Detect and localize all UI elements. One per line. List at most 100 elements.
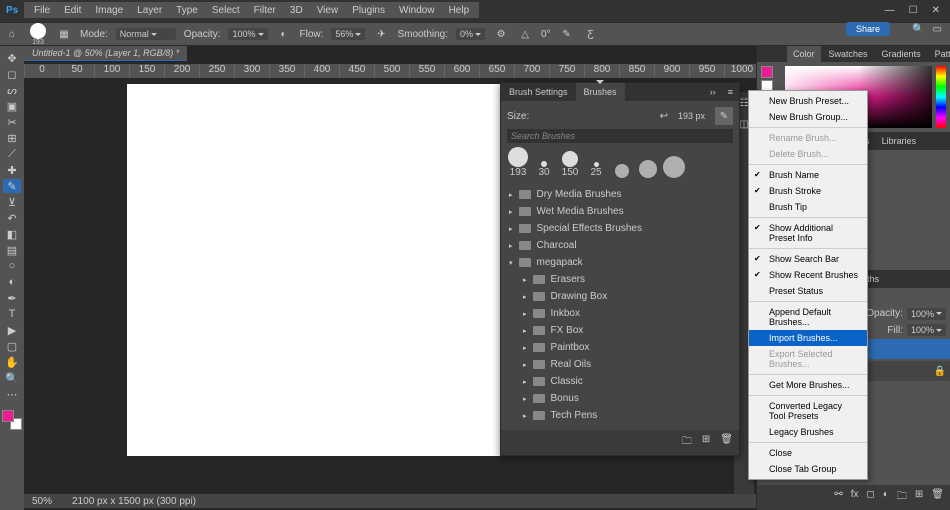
menu-3d[interactable]: 3D: [284, 3, 309, 18]
angle-icon[interactable]: △: [517, 26, 533, 42]
brush-subfolder[interactable]: Classic: [521, 373, 733, 390]
menu-item[interactable]: Close: [749, 445, 867, 461]
airbrush-icon[interactable]: ✈: [373, 26, 389, 42]
new-brush-icon[interactable]: ⊞: [702, 434, 710, 451]
delete-layer-icon[interactable]: 🗑: [931, 489, 944, 506]
menu-layer[interactable]: Layer: [131, 3, 168, 18]
move-tool[interactable]: ✥: [3, 51, 21, 65]
brush-tip[interactable]: 30: [533, 161, 555, 178]
search-brushes-input[interactable]: Search Brushes: [507, 129, 733, 143]
close-button[interactable]: ✕: [932, 5, 940, 16]
dodge-tool[interactable]: ◐: [3, 275, 21, 289]
tab-swatches[interactable]: Swatches: [823, 46, 874, 62]
share-button[interactable]: Share: [846, 22, 890, 36]
smoothing-gear-icon[interactable]: ⚙: [493, 26, 509, 42]
menu-item[interactable]: Show Recent Brushes: [749, 267, 867, 283]
color-swatches[interactable]: [2, 410, 22, 430]
type-tool[interactable]: T: [3, 307, 21, 321]
menu-window[interactable]: Window: [393, 3, 441, 18]
eyedropper-tool[interactable]: ⟋: [3, 147, 21, 161]
menu-item[interactable]: New Brush Group...: [749, 109, 867, 125]
menu-item[interactable]: Close Tab Group: [749, 461, 867, 477]
menu-help[interactable]: Help: [443, 3, 476, 18]
delete-brush-icon[interactable]: 🗑: [720, 434, 733, 451]
symmetry-icon[interactable]: Ƹ: [583, 26, 599, 42]
lasso-tool[interactable]: ᔕ: [3, 83, 21, 97]
brush-subfolder[interactable]: FX Box: [521, 322, 733, 339]
menu-item[interactable]: Show Search Bar: [749, 251, 867, 267]
tab-libraries[interactable]: Libraries: [876, 134, 923, 148]
brush-tip[interactable]: 193: [507, 147, 529, 178]
tab-gradients[interactable]: Gradients: [876, 46, 927, 62]
zoom-level[interactable]: 50%: [32, 496, 52, 507]
brush-subfolder[interactable]: Real Oils: [521, 356, 733, 373]
menu-plugins[interactable]: Plugins: [346, 3, 391, 18]
pressure-size-icon[interactable]: ✎: [559, 26, 575, 42]
maximize-button[interactable]: ☐: [909, 5, 918, 16]
menu-file[interactable]: File: [28, 3, 56, 18]
tab-color[interactable]: Color: [787, 46, 821, 62]
new-group-icon[interactable]: 🗀: [897, 489, 907, 506]
history-brush-tool[interactable]: ↶: [3, 211, 21, 225]
hand-tool[interactable]: ✋: [3, 355, 21, 369]
brush-subfolder[interactable]: Tech Pens: [521, 407, 733, 424]
rectangle-tool[interactable]: ▢: [3, 339, 21, 353]
panel-menu-icon[interactable]: ≡: [722, 83, 739, 101]
menu-edit[interactable]: Edit: [58, 3, 87, 18]
menu-item[interactable]: Show Additional Preset Info: [749, 220, 867, 246]
panel-collapse-icon[interactable]: ››: [704, 83, 722, 101]
brush-tip[interactable]: 25: [585, 162, 607, 178]
brush-subfolder[interactable]: Bonus: [521, 390, 733, 407]
search-icon[interactable]: 🔍: [912, 24, 924, 35]
new-brush-icon[interactable]: ✎: [715, 107, 733, 125]
flip-icon[interactable]: ↩: [660, 111, 668, 122]
document-tab[interactable]: Untitled-1 @ 50% (Layer 1, RGB/8) *: [24, 46, 187, 61]
brush-preview[interactable]: [30, 23, 46, 39]
menu-filter[interactable]: Filter: [248, 3, 282, 18]
menu-item[interactable]: Converted Legacy Tool Presets: [749, 398, 867, 424]
layer-style-icon[interactable]: fx: [851, 489, 859, 506]
tab-brush-settings[interactable]: Brush Settings: [501, 83, 576, 101]
stamp-tool[interactable]: ⊻: [3, 195, 21, 209]
brush-folder[interactable]: megapack: [507, 254, 733, 271]
flow-value[interactable]: 56%: [331, 28, 365, 40]
menu-item[interactable]: Get More Brushes...: [749, 377, 867, 393]
new-group-icon[interactable]: 🗀: [682, 434, 692, 451]
object-select-tool[interactable]: ▣: [3, 99, 21, 113]
edit-toolbar[interactable]: ⋯: [3, 387, 21, 401]
picker-fg[interactable]: [761, 66, 773, 78]
crop-tool[interactable]: ✂: [3, 115, 21, 129]
gradient-tool[interactable]: ▤: [3, 243, 21, 257]
menu-type[interactable]: Type: [170, 3, 204, 18]
brush-folder[interactable]: Wet Media Brushes: [507, 203, 733, 220]
menu-item[interactable]: Brush Tip: [749, 199, 867, 215]
blur-tool[interactable]: ○: [3, 259, 21, 273]
menu-item[interactable]: New Brush Preset...: [749, 93, 867, 109]
layer-mask-icon[interactable]: ◻: [867, 489, 875, 506]
opacity-value[interactable]: 100%: [228, 28, 267, 40]
brush-folder[interactable]: Special Effects Brushes: [507, 220, 733, 237]
brush-subfolder[interactable]: Erasers: [521, 271, 733, 288]
tab-patterns[interactable]: Patterns: [929, 46, 950, 62]
brush-subfolder[interactable]: Drawing Box: [521, 288, 733, 305]
new-layer-icon[interactable]: ⊞: [915, 489, 923, 506]
pen-tool[interactable]: ✒: [3, 291, 21, 305]
brush-subfolder[interactable]: Paintbox: [521, 339, 733, 356]
minimize-button[interactable]: —: [885, 5, 895, 16]
hue-slider[interactable]: [936, 66, 946, 128]
brush-panel-toggle[interactable]: ▦: [56, 26, 72, 42]
brush-tip[interactable]: [663, 156, 685, 178]
pressure-opacity-icon[interactable]: ◐: [276, 26, 292, 42]
smoothing-value[interactable]: 0%: [456, 28, 485, 40]
angle-value[interactable]: 0°: [541, 29, 551, 40]
doc-dimensions[interactable]: 2100 px x 1500 px (300 ppi): [72, 496, 196, 507]
link-layers-icon[interactable]: ⚯: [834, 489, 842, 506]
menu-item[interactable]: Preset Status: [749, 283, 867, 299]
brush-tip[interactable]: [611, 164, 633, 178]
frame-tool[interactable]: ⊞: [3, 131, 21, 145]
menu-item[interactable]: Legacy Brushes: [749, 424, 867, 440]
size-value[interactable]: 193 px: [674, 110, 709, 122]
menu-item[interactable]: Brush Name: [749, 167, 867, 183]
eraser-tool[interactable]: ◧: [3, 227, 21, 241]
menu-view[interactable]: View: [311, 3, 345, 18]
